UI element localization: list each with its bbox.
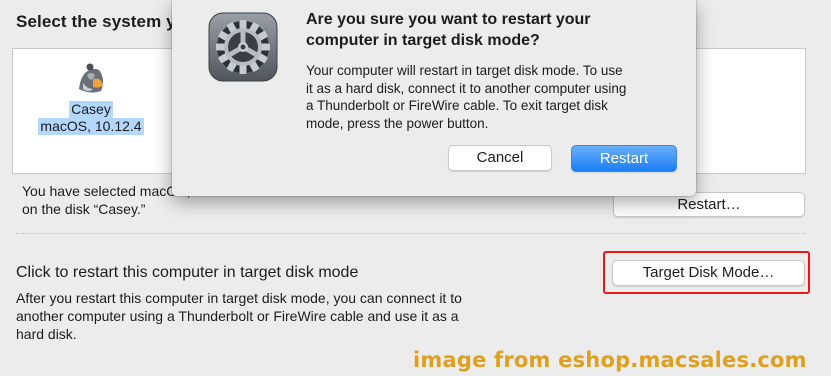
macos-disk-icon (79, 63, 103, 93)
selected-text-line2: on the disk “Casey.” (22, 201, 146, 217)
dialog-title: Are you sure you want to restart your co… (306, 9, 676, 51)
dialog-title-line1: Are you sure you want to restart your (306, 11, 591, 28)
target-disk-mode-description: After you restart this computer in targe… (16, 289, 536, 343)
dialog-body-line1: Your computer will restart in target dis… (306, 63, 623, 78)
tdm-desc-line3: hard disk. (16, 326, 77, 342)
dialog-message: Your computer will restart in target dis… (306, 62, 684, 132)
tdm-desc-line1: After you restart this computer in targe… (16, 290, 462, 306)
confirm-restart-button[interactable]: Restart (571, 145, 677, 172)
watermark-text: image from eshop.macsales.com (413, 348, 807, 372)
tdm-desc-line2: another computer using a Thunderbolt or … (16, 308, 459, 324)
dialog-body-line4: mode, press the power button. (306, 115, 489, 131)
section-divider (16, 233, 806, 234)
dialog-body-line2: it as a hard disk, connect it to another… (306, 80, 627, 96)
dialog-body-line3: a Thunderbolt or FireWire cable. To exit… (306, 98, 608, 113)
target-disk-mode-button[interactable]: Target Disk Mode… (612, 260, 805, 286)
cancel-button[interactable]: Cancel (448, 145, 552, 171)
target-disk-mode-title: Click to restart this computer in target… (16, 264, 359, 281)
disk-os-label: macOS, 10.12.4 (38, 118, 144, 135)
dialog-title-line2: computer in target disk mode? (306, 32, 540, 49)
disk-name-label: Casey (69, 101, 113, 118)
confirm-restart-dialog: Are you sure you want to restart your co… (172, 0, 696, 196)
disk-item-casey[interactable]: Casey macOS, 10.12.4 (37, 59, 145, 135)
gear-icon (208, 12, 278, 82)
